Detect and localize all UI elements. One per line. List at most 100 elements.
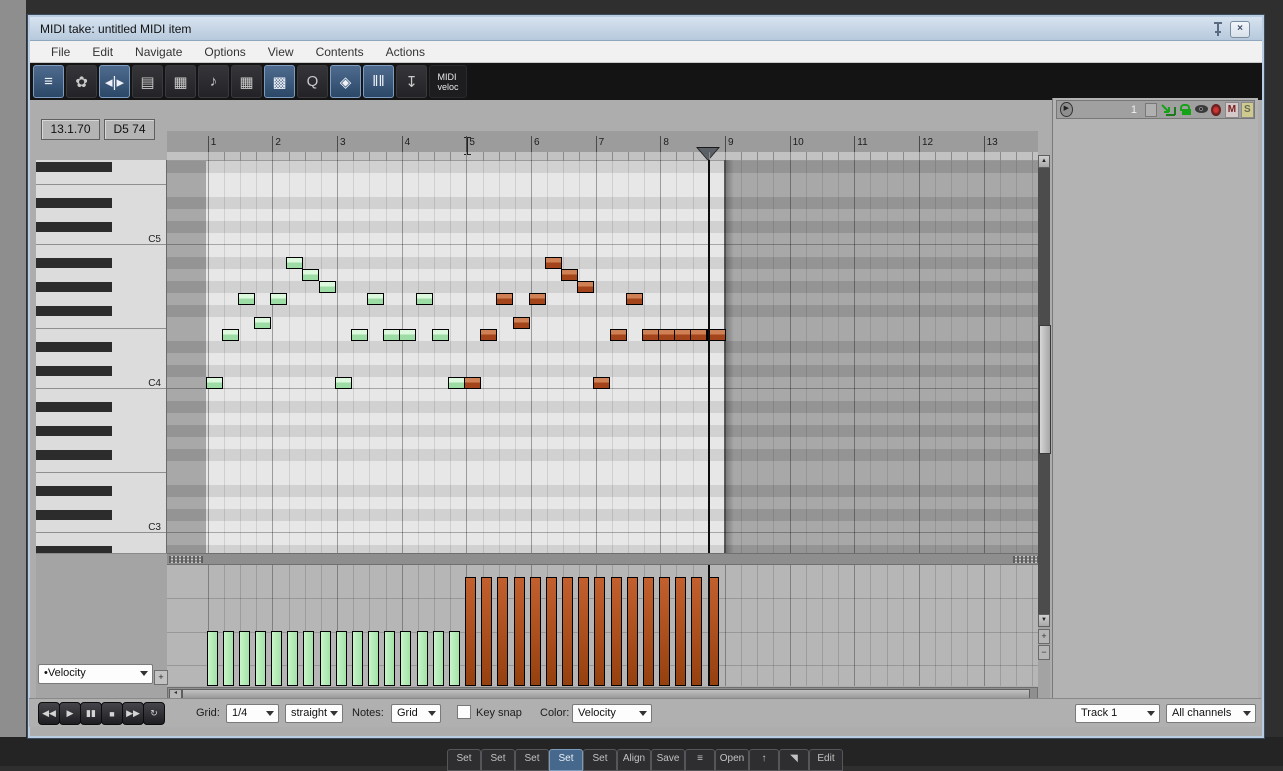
black-key[interactable]	[36, 402, 112, 412]
piano-keyboard[interactable]: C5C4C3	[36, 160, 167, 553]
track-dropdown[interactable]: Track 1	[1075, 704, 1160, 723]
velocity-bar[interactable]	[271, 631, 282, 686]
midi-note-E4[interactable]	[658, 329, 675, 341]
lane-splitter[interactable]	[167, 553, 1038, 565]
midi-velocity-label[interactable]: MIDIveloc	[429, 65, 467, 98]
pause-button[interactable]: ▮▮	[80, 702, 102, 725]
menu-options[interactable]: Options	[193, 43, 256, 61]
track-checkbox[interactable]	[1145, 103, 1157, 117]
play-button[interactable]: ▶	[59, 702, 81, 725]
event-list-button[interactable]: ▤	[132, 65, 163, 98]
velocity-bar[interactable]	[578, 577, 589, 686]
midi-note-G4[interactable]	[496, 293, 513, 305]
taskbar-button-edit[interactable]: Edit	[809, 749, 843, 771]
velocity-bar[interactable]	[659, 577, 670, 686]
black-key[interactable]	[36, 306, 112, 316]
forward-button[interactable]: ▶▶	[122, 702, 144, 725]
midi-note-F4[interactable]	[254, 317, 271, 329]
pan-icon[interactable]: ◥	[779, 749, 809, 771]
taskbar-button-set[interactable]: Set	[549, 749, 583, 771]
channel-dropdown[interactable]: All channels	[1166, 704, 1256, 723]
midi-note-E4[interactable]	[642, 329, 659, 341]
black-key[interactable]	[36, 222, 112, 232]
color-dropdown[interactable]: Velocity	[572, 704, 652, 723]
midi-note-C4[interactable]	[448, 377, 465, 389]
velocity-bar[interactable]	[207, 631, 218, 686]
black-key[interactable]	[36, 426, 112, 436]
velocity-bar[interactable]	[627, 577, 638, 686]
velocity-lane[interactable]	[167, 565, 1038, 686]
piano-roll-view-button[interactable]: ≡	[33, 65, 64, 98]
menu-edit[interactable]: Edit	[81, 43, 124, 61]
lock-icon[interactable]	[1180, 103, 1191, 117]
event-properties-button[interactable]: ▦	[165, 65, 196, 98]
grid-rows-button[interactable]: ▩	[264, 65, 295, 98]
midi-note-A#4[interactable]	[286, 257, 303, 269]
velocity-bar[interactable]	[303, 631, 314, 686]
midi-note-C4[interactable]	[464, 377, 481, 389]
velocity-bar[interactable]	[594, 577, 605, 686]
close-button[interactable]: ×	[1230, 21, 1250, 38]
stop-button[interactable]: ■	[101, 702, 123, 725]
piano-roll-grid[interactable]	[167, 160, 1038, 553]
velocity-bar[interactable]	[449, 631, 460, 686]
taskbar-button-open[interactable]: Open	[715, 749, 749, 771]
taskbar-button-save[interactable]: Save	[651, 749, 685, 771]
velocity-bar[interactable]	[400, 631, 411, 686]
midi-note-E4[interactable]	[399, 329, 416, 341]
solo-button[interactable]: S	[1241, 102, 1254, 118]
velocity-bar[interactable]	[320, 631, 331, 686]
vertical-bars-button[interactable]: ‖‖	[363, 65, 394, 98]
dock-button[interactable]: ↧	[396, 65, 427, 98]
menu-contents[interactable]: Contents	[305, 43, 375, 61]
midi-note-A4[interactable]	[561, 269, 578, 281]
midi-note-E4[interactable]	[432, 329, 449, 341]
scroll-down-button[interactable]: ▼	[1038, 614, 1050, 627]
quantize-button[interactable]: Q	[297, 65, 328, 98]
black-key[interactable]	[36, 162, 112, 172]
velocity-bar[interactable]	[691, 577, 702, 686]
velocity-bar[interactable]	[530, 577, 541, 686]
black-key[interactable]	[36, 546, 112, 553]
velocity-bar[interactable]	[611, 577, 622, 686]
midi-note-C4[interactable]	[206, 377, 223, 389]
zoom-out-button[interactable]: −	[1038, 645, 1050, 660]
scroll-up-button[interactable]: ▲	[1038, 155, 1050, 168]
menu-actions[interactable]: Actions	[375, 43, 436, 61]
vertical-scrollbar[interactable]: ▲ ▼ + −	[1038, 155, 1050, 698]
midi-note-E4[interactable]	[480, 329, 497, 341]
velocity-bar[interactable]	[255, 631, 266, 686]
midi-item-region[interactable]	[206, 160, 724, 553]
track-row[interactable]: ▶ 1 M S	[1056, 100, 1255, 119]
velocity-bar[interactable]	[514, 577, 525, 686]
note-color-button[interactable]: ✿	[66, 65, 97, 98]
black-key[interactable]	[36, 282, 112, 292]
vertical-scrollbar-thumb[interactable]	[1039, 325, 1051, 454]
midi-note-E4[interactable]	[351, 329, 368, 341]
midi-note-C4[interactable]	[593, 377, 610, 389]
velocity-bar[interactable]	[336, 631, 347, 686]
loop-button[interactable]: ↻	[143, 702, 165, 725]
black-key[interactable]	[36, 198, 112, 208]
velocity-bar[interactable]	[643, 577, 654, 686]
midi-note-G#4[interactable]	[577, 281, 594, 293]
black-key[interactable]	[36, 366, 112, 376]
midi-note-E4[interactable]	[674, 329, 691, 341]
velocity-bar[interactable]	[433, 631, 444, 686]
black-key[interactable]	[36, 486, 112, 496]
menu-file[interactable]: File	[40, 43, 81, 61]
black-key[interactable]	[36, 258, 112, 268]
midi-note-G4[interactable]	[270, 293, 287, 305]
eye-icon[interactable]	[1195, 105, 1206, 115]
menu-icon[interactable]: ≡	[685, 749, 715, 771]
grid-swing-dropdown[interactable]: straight	[285, 704, 343, 723]
humanize-button[interactable]: ◈	[330, 65, 361, 98]
midi-note-G4[interactable]	[367, 293, 384, 305]
cc-lane-selector[interactable]: •Velocity	[38, 664, 153, 684]
splitter-grip-left[interactable]	[169, 556, 203, 563]
velocity-bar[interactable]	[546, 577, 557, 686]
timeline-ruler[interactable]: 12345678910111213	[167, 131, 1038, 161]
taskbar-button-set[interactable]: Set	[515, 749, 549, 771]
midi-note-A#4[interactable]	[545, 257, 562, 269]
velocity-bar[interactable]	[497, 577, 508, 686]
